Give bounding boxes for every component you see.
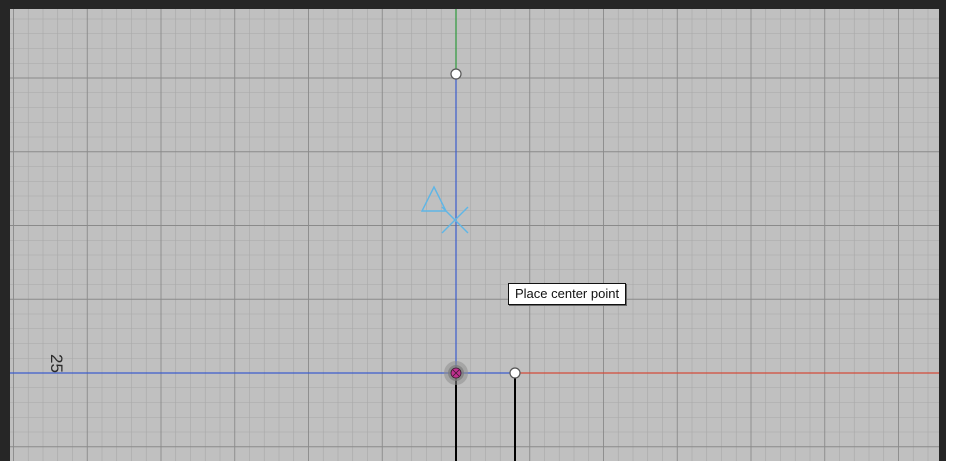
tooltip: Place center point: [508, 283, 627, 305]
top-handle-point[interactable]: [450, 68, 462, 80]
triangle-cross-cursor-icon: [420, 185, 469, 234]
dimension-label: 25: [47, 354, 66, 373]
grid-minor-lines: [10, 9, 939, 461]
cad-viewport[interactable]: Place center point 25: [10, 9, 939, 461]
viewport-canvas[interactable]: [10, 9, 939, 461]
origin-marker[interactable]: [444, 361, 468, 385]
window-frame: Place center point 25: [0, 0, 946, 461]
grid-major-lines: [10, 9, 939, 461]
right-handle-point[interactable]: [509, 367, 521, 379]
